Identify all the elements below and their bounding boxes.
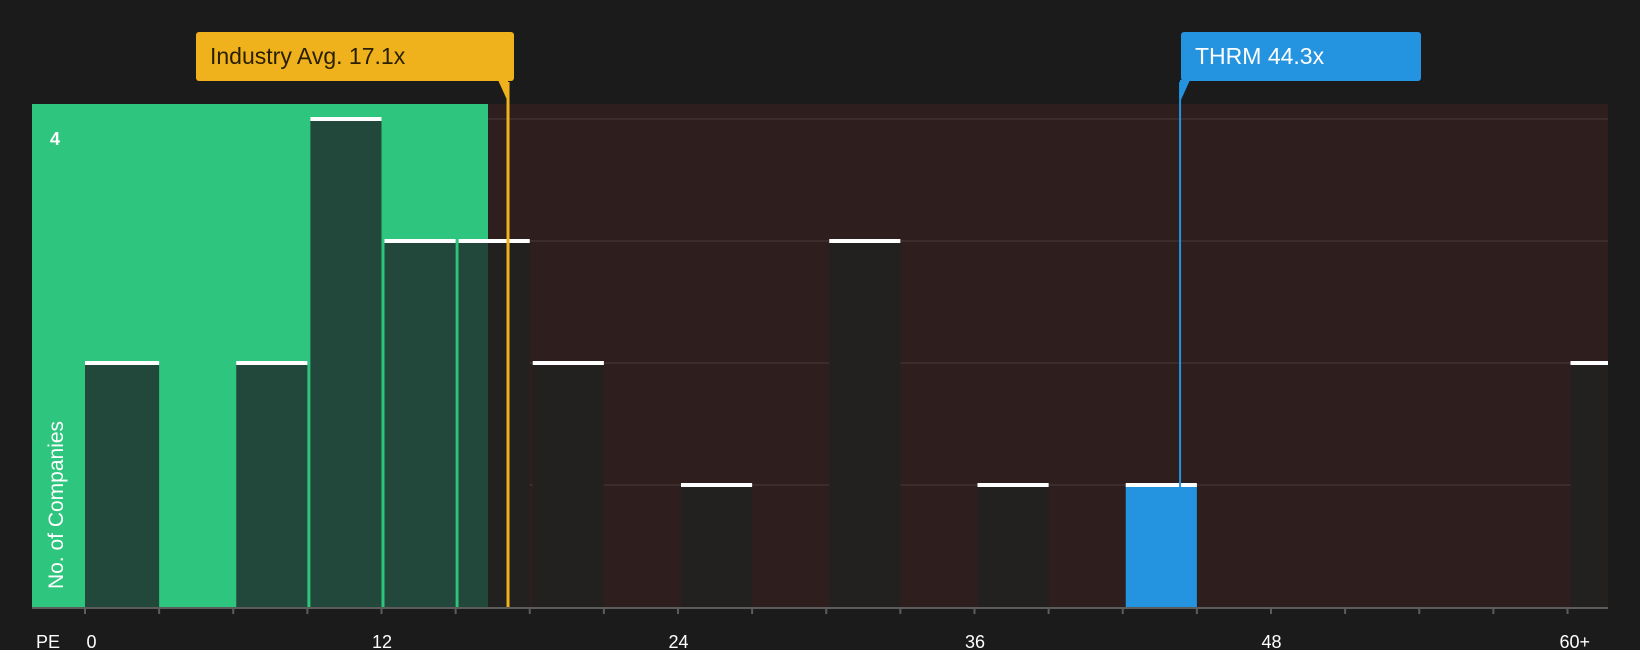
bar (310, 119, 382, 607)
bar (1125, 485, 1197, 607)
bar-cap (829, 239, 901, 243)
bar-cap (458, 239, 530, 243)
x-tick-label: 36 (965, 632, 985, 650)
bar (384, 241, 456, 607)
industry-avg-callout-tail (498, 80, 508, 102)
bar-cap (681, 483, 753, 487)
x-axis (32, 607, 1608, 614)
metric-label: PE (36, 632, 60, 650)
bar-cap (85, 361, 160, 365)
bar (236, 363, 308, 607)
company-label: THRM 44.3x (1195, 43, 1325, 69)
bar-cap (384, 239, 456, 243)
x-tick-label: 0 (87, 632, 97, 650)
company-callout: THRM 44.3x (1181, 32, 1421, 81)
bar (977, 485, 1049, 607)
bar (1570, 363, 1608, 607)
bar (532, 363, 604, 607)
bar (681, 485, 753, 607)
bar-cap (310, 117, 382, 121)
bar-cap (977, 483, 1049, 487)
x-tick-label: 60+ (1559, 632, 1590, 650)
bar-cap (1125, 483, 1197, 487)
y-tick-label: 4 (50, 129, 60, 149)
x-tick-label: 12 (372, 632, 392, 650)
x-tick-label: 48 (1261, 632, 1281, 650)
industry-avg-callout: Industry Avg. 17.1x (196, 32, 514, 81)
x-tick-label: 24 (668, 632, 688, 650)
bar-green-part (458, 241, 489, 607)
company-callout-tail (1180, 80, 1191, 102)
bar-cap (236, 361, 308, 365)
bar (85, 363, 160, 607)
industry-avg-label: Industry Avg. 17.1x (210, 43, 406, 69)
bar (829, 241, 901, 607)
pe-distribution-chart: 0 12 24 36 48 60+ PE 4 No. of Companies (32, 82, 1609, 650)
bar-cap (1570, 361, 1608, 365)
y-axis-label: No. of Companies (45, 421, 68, 589)
bar-cap (532, 361, 604, 365)
